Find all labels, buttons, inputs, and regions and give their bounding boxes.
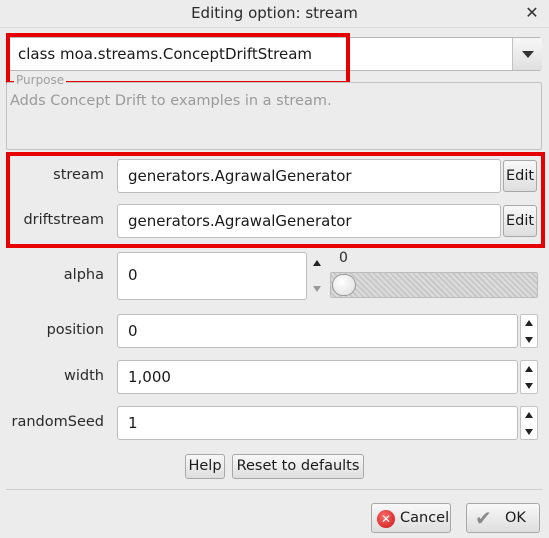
spin-down-icon[interactable] <box>525 429 533 435</box>
randomseed-spinner[interactable] <box>520 406 538 440</box>
position-label: position <box>46 322 104 338</box>
spin-up-icon[interactable] <box>525 366 533 372</box>
alpha-field[interactable]: 0 <box>117 252 307 300</box>
ok-button[interactable]: ✔ OK <box>466 503 540 533</box>
cancel-button[interactable]: ✕ Cancel <box>371 503 451 533</box>
highlight-box-streams <box>6 152 545 248</box>
purpose-text: Adds Concept Drift to examples in a stre… <box>10 93 332 109</box>
position-value: 0 <box>128 322 138 340</box>
width-label: width <box>64 368 104 384</box>
close-icon[interactable]: ✕ <box>522 3 542 23</box>
spin-up-icon[interactable] <box>525 412 533 418</box>
alpha-value: 0 <box>128 266 138 284</box>
position-spinner[interactable] <box>520 314 538 348</box>
spin-down-icon[interactable] <box>525 383 533 389</box>
help-button[interactable]: Help <box>185 454 225 479</box>
alpha-label: alpha <box>63 267 104 283</box>
divider <box>6 489 543 490</box>
randomseed-value: 1 <box>128 414 138 432</box>
purpose-legend: Purpose <box>14 73 67 87</box>
randomseed-label: randomSeed <box>11 414 105 430</box>
checkmark-icon: ✔ <box>475 506 492 530</box>
cancel-icon: ✕ <box>377 510 395 528</box>
spin-up-icon[interactable] <box>313 260 321 266</box>
spin-up-icon[interactable] <box>525 320 533 326</box>
alpha-slider-thumb[interactable] <box>332 274 356 296</box>
window-title: Editing option: stream <box>191 4 358 22</box>
randomseed-field[interactable]: 1 <box>117 406 518 440</box>
position-field[interactable]: 0 <box>117 314 518 348</box>
alpha-spinner[interactable] <box>309 252 325 300</box>
width-field[interactable]: 1,000 <box>117 360 518 394</box>
alpha-slider[interactable] <box>330 272 538 298</box>
cancel-label: Cancel <box>400 510 450 526</box>
chevron-down-icon <box>522 51 534 58</box>
ok-label: OK <box>505 510 526 526</box>
spin-down-icon[interactable] <box>313 286 321 292</box>
class-selector-dropdown-button[interactable] <box>512 38 542 70</box>
spin-down-icon[interactable] <box>525 337 533 343</box>
alpha-slider-value: 0 <box>339 250 348 266</box>
width-spinner[interactable] <box>520 360 538 394</box>
width-value: 1,000 <box>128 368 171 386</box>
reset-defaults-button[interactable]: Reset to defaults <box>232 454 364 479</box>
